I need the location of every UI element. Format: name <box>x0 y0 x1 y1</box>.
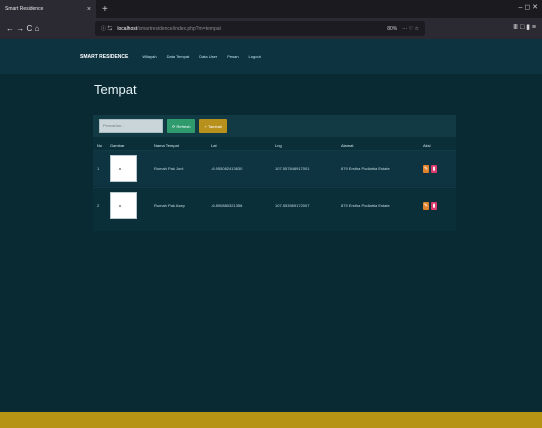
nav-data-user[interactable]: Data User <box>199 54 217 59</box>
header-lat: Lat <box>211 142 217 148</box>
browser-nav-buttons[interactable]: ← → C ⌂ <box>0 24 39 33</box>
add-label: Tambah <box>207 123 223 129</box>
refresh-button[interactable]: ⟳ Refresh <box>167 119 196 133</box>
table-row: 1 Rumah Pak Joni -6.955082413630 107.557… <box>93 150 456 186</box>
browser-navbar: ← → C ⌂ ⓘ ⇆ localhost /smartresidence/in… <box>0 18 542 39</box>
add-button[interactable]: + Tambah <box>199 119 228 133</box>
nav-logout[interactable]: Logout <box>249 54 261 59</box>
row-lng: 107.553969172007 <box>275 203 310 208</box>
edit-button[interactable]: ✎ <box>423 164 429 173</box>
header-no: No <box>97 142 103 148</box>
zoom-level[interactable]: 80% <box>387 26 397 32</box>
site-info-icon[interactable]: ⓘ ⇆ <box>101 25 112 32</box>
edit-button[interactable]: ✎ <box>423 201 429 210</box>
page-title: Tempat <box>94 82 137 97</box>
row-lat: -6.890880321358 <box>211 203 243 208</box>
row-alamat: 879 Erstha Podiatria Estate <box>341 166 390 171</box>
delete-button[interactable]: ▮ <box>431 201 437 210</box>
header-aksi: Aksi <box>423 142 431 148</box>
row-nama: Rumah Pak Joni <box>154 166 184 171</box>
browser-tabbar: Smart Residence × + – ◻ ✕ <box>0 0 542 18</box>
table-header: No Gambar Nama Tempat Lat Lng Alamat Aks… <box>93 140 456 150</box>
url-actions[interactable]: ··· ♡ ☆ <box>402 26 419 32</box>
nav-wilayah[interactable]: Wilayah <box>142 54 156 59</box>
row-no: 2 <box>97 203 100 208</box>
header-alamat: Alamat <box>341 142 354 148</box>
place-thumbnail[interactable] <box>110 192 137 219</box>
browser-tab[interactable]: Smart Residence × <box>0 0 96 18</box>
window-controls[interactable]: – ◻ ✕ <box>519 3 538 11</box>
nav-pesan[interactable]: Pesan <box>227 54 238 59</box>
table-panel: Pencarian... ⟳ Refresh + Tambah No Gamba… <box>93 115 456 231</box>
app-navbar: SMART RESIDENCE Wilayah Data Tempat Data… <box>0 39 542 74</box>
url-bar[interactable]: ⓘ ⇆ localhost /smartresidence/index.php?… <box>95 21 425 36</box>
nav-data-tempat[interactable]: Data Tempat <box>167 54 190 59</box>
tab-title: Smart Residence <box>5 6 44 12</box>
row-lat: -6.955082413630 <box>211 166 243 171</box>
header-lng: Lng <box>275 142 282 148</box>
row-lng: 107.557848917001 <box>275 166 310 171</box>
row-nama: Rumah Pak Asep <box>154 203 185 208</box>
url-host: localhost <box>117 25 138 32</box>
table-toolbar: Pencarian... ⟳ Refresh + Tambah <box>93 115 456 137</box>
row-alamat: 879 Erstha Podiatria Estate <box>341 203 390 208</box>
footer-bar <box>0 412 542 428</box>
tab-close-icon[interactable]: × <box>87 6 91 13</box>
delete-button[interactable]: ▮ <box>431 164 437 173</box>
refresh-label: Refresh <box>176 123 191 129</box>
header-nama: Nama Tempat <box>154 142 179 148</box>
url-path: /smartresidence/index.php?m=tempat <box>137 25 221 32</box>
new-tab-button[interactable]: + <box>102 4 108 15</box>
header-gambar: Gambar <box>110 142 125 148</box>
brand[interactable]: SMART RESIDENCE <box>80 54 128 60</box>
search-input[interactable]: Pencarian... <box>99 119 163 133</box>
browser-tools[interactable]: Ⅲ □ ▮ ≡ <box>513 23 536 31</box>
table-row: 2 Rumah Pak Asep -6.890880321358 107.553… <box>93 187 456 223</box>
row-no: 1 <box>97 166 100 171</box>
place-thumbnail[interactable] <box>110 155 137 182</box>
